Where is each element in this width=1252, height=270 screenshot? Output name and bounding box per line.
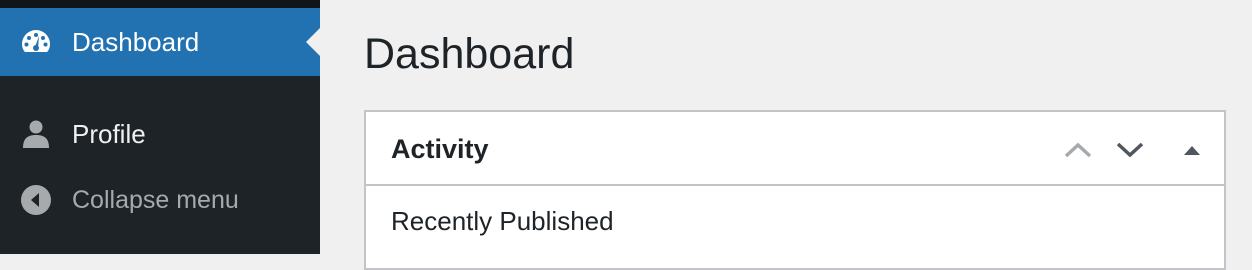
widget-title: Activity bbox=[391, 134, 489, 164]
sidebar-item-profile[interactable]: Profile bbox=[0, 100, 320, 168]
admin-sidebar: Dashboard Profile Collapse menu bbox=[0, 0, 320, 254]
sidebar-item-dashboard[interactable]: Dashboard bbox=[0, 8, 320, 76]
move-up-icon[interactable] bbox=[1062, 134, 1094, 166]
sidebar-item-label: Collapse menu bbox=[72, 185, 239, 214]
user-icon bbox=[20, 118, 52, 150]
main-content: Dashboard Activity Recently Published bbox=[320, 0, 1252, 270]
widget-header: Activity bbox=[366, 112, 1224, 186]
collapse-icon bbox=[20, 184, 52, 216]
active-indicator-arrow bbox=[306, 28, 320, 56]
collapse-menu-button[interactable]: Collapse menu bbox=[0, 172, 320, 228]
sidebar-item-label: Profile bbox=[72, 118, 146, 149]
widget-section-heading: Recently Published bbox=[391, 206, 614, 236]
dashboard-icon bbox=[20, 26, 52, 58]
move-down-icon[interactable] bbox=[1114, 134, 1146, 166]
sidebar-item-label: Dashboard bbox=[72, 26, 200, 57]
page-title: Dashboard bbox=[364, 30, 575, 78]
sidebar-top-strip bbox=[0, 0, 320, 8]
toggle-panel-icon[interactable] bbox=[1176, 134, 1208, 166]
activity-widget: Activity Recently Published bbox=[364, 110, 1226, 270]
